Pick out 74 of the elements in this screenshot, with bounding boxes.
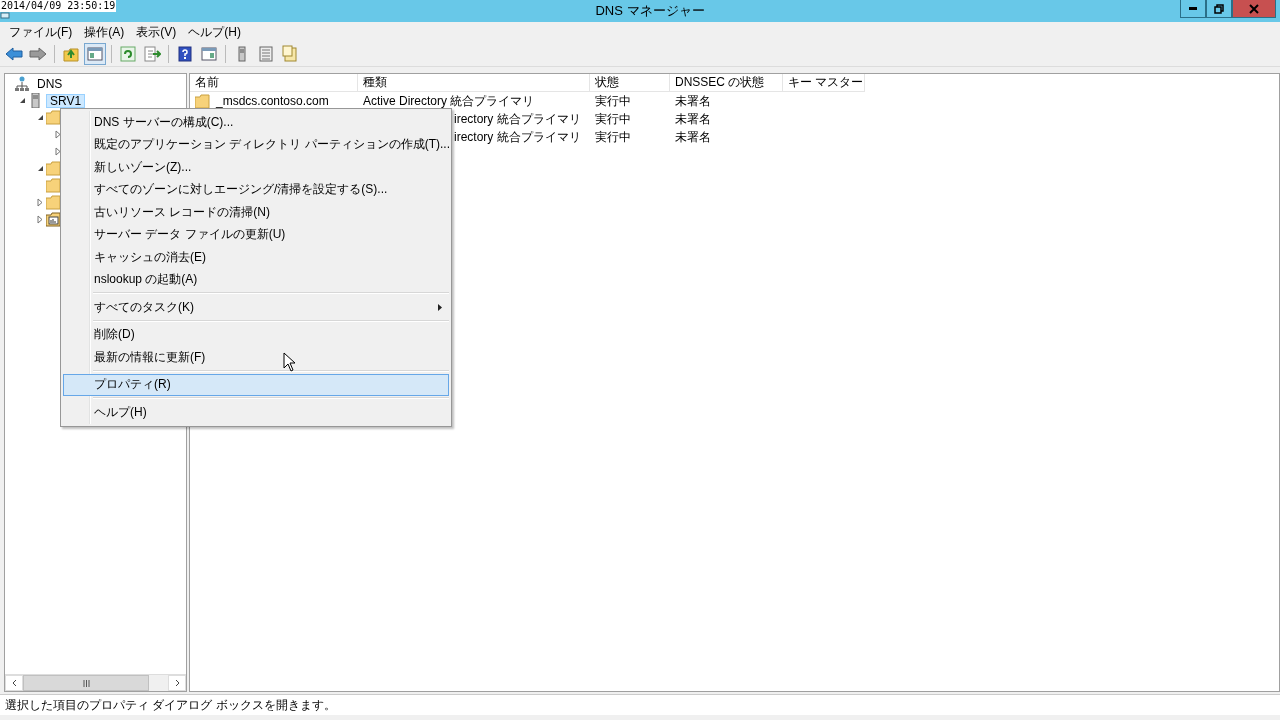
table-cell-text: Active Directory 統合プライマリ (363, 93, 535, 110)
minimize-icon (1189, 7, 1197, 10)
menu-item[interactable]: DNS サーバーの構成(C)... (63, 111, 449, 134)
folder-icon (46, 195, 61, 210)
table-cell-text: 未署名 (675, 93, 711, 110)
menu-item[interactable]: 操作(A) (78, 23, 131, 41)
tree-pane-icon (86, 45, 104, 63)
collapsed-icon[interactable] (37, 215, 43, 224)
close-button[interactable] (1232, 0, 1276, 18)
grip-icon (82, 679, 90, 687)
back-arrow-icon (5, 45, 23, 63)
menu-item[interactable]: すべてのゾーンに対しエージング/清掃を設定する(S)... (63, 178, 449, 201)
clock-text: 2014/04/09 23:50:19 (0, 0, 117, 12)
expanded-icon[interactable] (36, 114, 44, 121)
table-cell-text: irectory 統合プライマリ (454, 129, 581, 146)
menu-item[interactable]: ヘルプ(H) (182, 23, 247, 41)
menu-item[interactable]: 削除(D) (63, 323, 449, 346)
network-icon (15, 76, 30, 91)
status-text: 選択した項目のプロパティ ダイアログ ボックスを開きます。 (5, 696, 336, 714)
chevron-right-icon (174, 679, 180, 687)
menu-item[interactable]: 新しいゾーン(Z)... (63, 156, 449, 179)
up-folder-icon (62, 45, 80, 63)
table-cell-text: 未署名 (675, 129, 711, 146)
zone-name: _msdcs.contoso.com (216, 93, 329, 110)
menu-item[interactable]: サーバー データ ファイルの更新(U) (63, 223, 449, 246)
menu-item[interactable]: ファイル(F) (3, 23, 79, 41)
list-icon (257, 45, 275, 63)
restore-button[interactable] (1206, 0, 1232, 18)
menu-item[interactable]: キャッシュの消去(E) (63, 246, 449, 269)
menu-item[interactable]: nslookup の起動(A) (63, 268, 449, 291)
folder-icon (46, 178, 61, 193)
server-icon (28, 93, 43, 108)
submenu-arrow-icon (438, 304, 442, 311)
menu-item[interactable]: 古いリソース レコードの清掃(N) (63, 201, 449, 224)
forward-arrow-icon (29, 45, 47, 63)
minimize-button[interactable] (1180, 0, 1206, 18)
table-cell-text: irectory 統合プライマリ (454, 111, 581, 128)
properties-icon (281, 45, 299, 63)
action-pane-icon (200, 45, 218, 63)
toolbar-button[interactable] (117, 43, 139, 65)
menu-item[interactable]: 表示(V) (130, 23, 183, 41)
column-header: キー マスター (783, 74, 865, 92)
expanded-icon[interactable] (18, 97, 26, 104)
menu-item[interactable]: ヘルプ(H) (63, 401, 449, 424)
table-cell-text: 実行中 (595, 111, 631, 128)
toolbar-button[interactable] (141, 43, 163, 65)
scrollbar-thumb[interactable] (23, 675, 149, 691)
close-icon (1249, 3, 1259, 14)
log-folder-icon (46, 212, 61, 227)
expanded-icon[interactable] (36, 165, 44, 172)
menu-item[interactable]: 既定のアプリケーション ディレクトリ パーティションの作成(T)... (63, 133, 449, 156)
menu-item[interactable]: プロパティ(R) (63, 373, 449, 396)
restore-icon (1214, 3, 1224, 14)
menu-item[interactable]: すべてのタスク(K) (63, 296, 449, 319)
refresh-icon (119, 45, 137, 63)
folder-icon (195, 93, 210, 109)
help-icon (176, 45, 194, 63)
column-header: 名前 (190, 74, 358, 92)
tree-item[interactable]: DNS (33, 76, 67, 91)
window-title: DNS マネージャー (595, 2, 705, 20)
tree-item[interactable]: SRV1 (46, 93, 86, 108)
folder-icon (46, 161, 61, 176)
table-cell-text: 実行中 (595, 129, 631, 146)
table-cell-text: 実行中 (595, 93, 631, 110)
folder-icon (46, 110, 61, 125)
export-list-icon (143, 45, 161, 63)
chevron-left-icon (11, 679, 17, 687)
collapsed-icon[interactable] (37, 198, 43, 207)
column-header: DNSSEC の状態 (670, 74, 783, 92)
column-header: 種類 (358, 74, 590, 92)
table-cell-text: 未署名 (675, 111, 711, 128)
window-icon (0, 12, 10, 19)
menu-item[interactable]: 最新の情報に更新(F) (63, 346, 449, 369)
column-header: 状態 (590, 74, 670, 92)
